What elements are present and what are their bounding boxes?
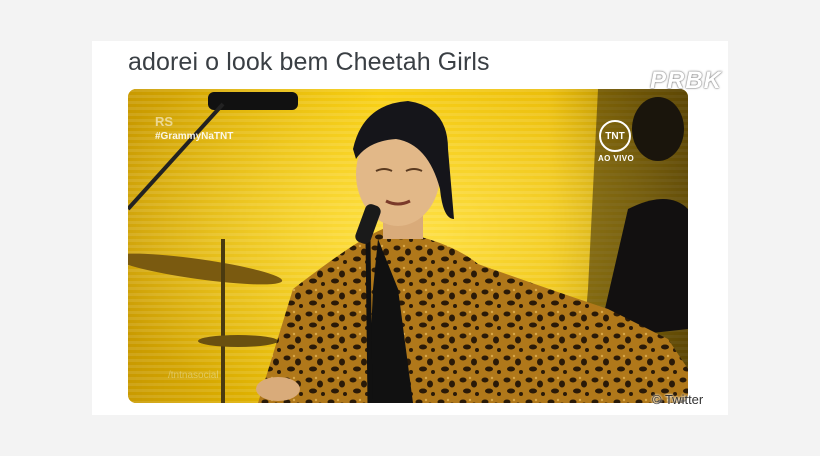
tweet-media-image[interactable]: RS #GrammyNaTNT TNT AO VIVO /tntnasocial [128,89,688,403]
live-label: AO VIVO [598,154,635,163]
tnt-logo: TNT [599,120,631,152]
social-handle: /tntnasocial [168,370,219,381]
tweet-text: adorei o look bem Cheetah Girls [128,48,490,76]
prbk-watermark-logo: PRBK [650,67,723,94]
image-credit: © Twitter [652,392,704,407]
broadcast-hashtag: #GrammyNaTNT [155,131,234,142]
rs-logo: RS [155,114,174,129]
